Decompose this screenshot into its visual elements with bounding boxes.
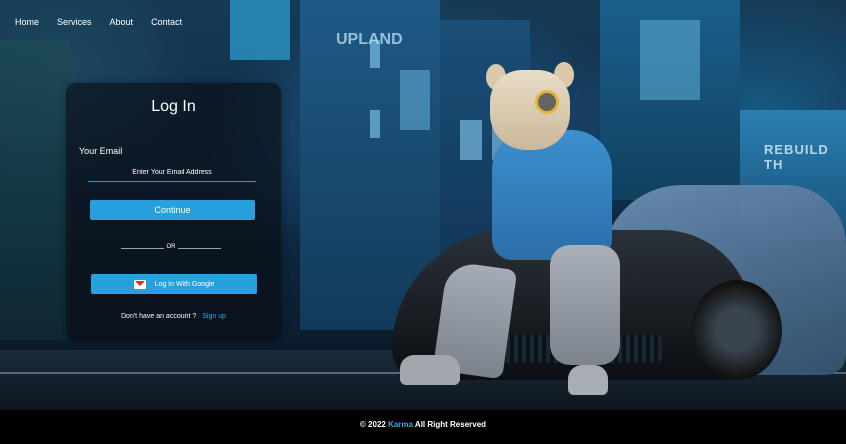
llama-shoe: [400, 355, 460, 385]
building: [230, 0, 290, 60]
nav-services[interactable]: Services: [57, 12, 92, 32]
llama-leg: [550, 245, 620, 365]
llama-legs: [432, 235, 620, 385]
building: [0, 40, 70, 340]
vertical-neon-sign: UPLAND: [336, 28, 403, 52]
brand-name: Karma: [388, 420, 413, 429]
copyright-text: © 2022 Karma All Right Reserved: [0, 420, 846, 429]
login-panel: Log In Your Email Continue OR Log In Wit…: [66, 83, 281, 341]
llama-head: [490, 70, 570, 150]
email-label: Your Email: [79, 146, 123, 156]
no-account-text: Don't have an account ?: [121, 313, 197, 320]
top-nav: Home Services About Contact: [0, 12, 185, 32]
llama-shoe: [568, 365, 608, 395]
or-divider: OR: [121, 243, 221, 253]
footer: © 2022 Karma All Right Reserved: [0, 410, 846, 444]
llama-character-illustration: [400, 60, 620, 405]
nav-home[interactable]: Home: [15, 12, 39, 32]
divider-line: [178, 248, 221, 249]
neon-sign: REBUILD TH: [764, 142, 829, 172]
copyright-suffix: All Right Reserved: [414, 420, 487, 429]
nav-contact[interactable]: Contact: [151, 12, 182, 32]
signup-link[interactable]: Sign up: [202, 313, 226, 320]
building: [600, 0, 740, 200]
car-wheel: [692, 280, 782, 380]
google-login-label: Log In With Google: [154, 280, 215, 288]
nav-about[interactable]: About: [110, 12, 134, 32]
gmail-envelope-icon: [133, 279, 146, 289]
login-title: Log In: [151, 98, 196, 115]
monocle: [535, 90, 559, 114]
copyright-prefix: © 2022: [359, 420, 386, 429]
continue-button[interactable]: Continue: [90, 200, 255, 220]
email-input[interactable]: [88, 164, 256, 182]
window: [640, 20, 700, 100]
window: [370, 110, 380, 138]
signup-row: Don't have an account ? Sign up: [66, 313, 281, 320]
google-login-button[interactable]: Log In With Google: [91, 274, 257, 294]
or-text: OR: [166, 244, 176, 250]
